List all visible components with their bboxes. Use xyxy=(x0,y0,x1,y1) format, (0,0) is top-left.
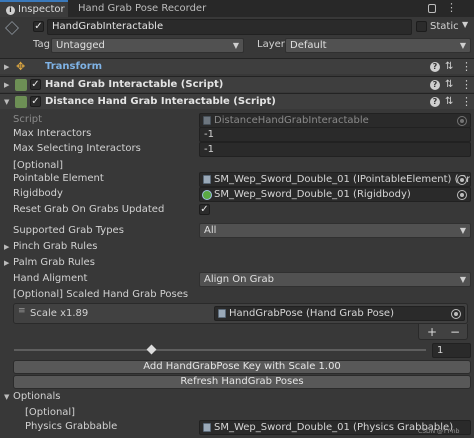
component-enabled-checkbox[interactable]: ✓ xyxy=(30,96,41,107)
layer-label: Layer xyxy=(257,39,285,50)
active-checkbox[interactable]: ✓ xyxy=(33,21,44,32)
hand-alignment-dropdown[interactable]: Align On Grab ▼ xyxy=(199,272,471,287)
scale-item-label: Scale x1.89 xyxy=(30,308,89,319)
presets-icon[interactable]: ⇅ xyxy=(445,94,453,110)
max-selecting-interactors-label: Max Selecting Interactors xyxy=(13,143,141,154)
chevron-down-icon: ▼ xyxy=(459,275,466,284)
add-item-button[interactable]: + xyxy=(427,325,437,339)
rigidbody-field[interactable]: SM_Wep_Sword_Double_01 (Rigidbody) xyxy=(199,187,471,202)
script-label: Script xyxy=(13,114,43,125)
max-interactors-input[interactable]: -1 xyxy=(199,127,471,142)
palm-grab-rules-foldout[interactable]: Palm Grab Rules xyxy=(13,256,95,270)
object-picker-icon[interactable] xyxy=(451,309,461,319)
presets-icon[interactable]: ⇅ xyxy=(445,59,453,75)
optional-header: [Optional] xyxy=(25,407,76,418)
lock-icon[interactable] xyxy=(428,4,436,13)
tab-bar: i Inspector Hand Grab Pose Recorder ⋮ xyxy=(0,0,474,17)
script-icon xyxy=(15,96,27,108)
script-icon xyxy=(15,79,27,91)
refresh-handgrab-poses-button[interactable]: Refresh HandGrab Poses xyxy=(13,375,471,389)
context-menu-icon[interactable]: ⋮ xyxy=(461,59,472,75)
component-title: Hand Grab Interactable (Script) xyxy=(45,79,224,90)
transform-icon: ✥ xyxy=(16,60,26,73)
pointable-element-field[interactable]: SM_Wep_Sword_Double_01 (IPointableElemen… xyxy=(199,172,471,187)
object-name-input[interactable]: HandGrabInteractable xyxy=(47,19,412,35)
list-footer xyxy=(418,324,468,340)
more-menu-icon[interactable]: ⋮ xyxy=(446,1,457,15)
help-icon[interactable]: ? xyxy=(430,97,440,107)
script-asset-icon xyxy=(203,175,211,184)
hand-alignment-label: Hand Aligment xyxy=(13,273,88,284)
object-picker-icon xyxy=(457,116,467,126)
script-asset-icon xyxy=(218,309,226,318)
scaled-hand-grab-poses-label: [Optional] Scaled Hand Grab Poses xyxy=(13,289,189,300)
transform-header[interactable]: ▶ ✥ Transform ? ⇅ ⋮ xyxy=(0,58,474,74)
tab-inspector[interactable]: i Inspector xyxy=(0,0,68,17)
foldout-arrow-icon[interactable]: ▼ xyxy=(4,98,9,106)
static-dropdown-arrow-icon[interactable]: ▼ xyxy=(462,20,468,29)
foldout-arrow-icon[interactable]: ▶ xyxy=(4,81,9,89)
pinch-grab-rules-foldout[interactable]: Pinch Grab Rules xyxy=(13,240,97,254)
max-selecting-interactors-input[interactable]: -1 xyxy=(199,142,471,157)
object-picker-icon[interactable] xyxy=(457,175,467,185)
transform-title: Transform xyxy=(45,61,103,72)
scale-slider-input[interactable]: 1 xyxy=(432,343,471,358)
layer-dropdown[interactable]: Default ▼ xyxy=(285,38,471,53)
script-field: DistanceHandGrabInteractable xyxy=(199,113,471,128)
pointable-element-label: Pointable Element xyxy=(13,173,104,184)
script-asset-icon xyxy=(203,423,211,432)
foldout-arrow-icon[interactable]: ▼ xyxy=(4,393,9,401)
supported-grab-types-label: Supported Grab Types xyxy=(13,225,124,236)
distance-hand-grab-interactable-header[interactable]: ▼ ✓ Distance Hand Grab Interactable (Scr… xyxy=(0,93,474,109)
chevron-down-icon: ▼ xyxy=(232,41,239,50)
tag-label: Tag xyxy=(33,39,50,50)
presets-icon[interactable]: ⇅ xyxy=(445,77,453,93)
static-checkbox[interactable] xyxy=(416,21,427,32)
info-icon: i xyxy=(6,6,15,15)
reset-grab-checkbox[interactable]: ✓ xyxy=(199,204,210,215)
context-menu-icon[interactable]: ⋮ xyxy=(461,77,472,93)
add-handgrabpose-key-button[interactable]: Add HandGrabPose Key with Scale 1.00 xyxy=(13,360,471,374)
object-picker-icon[interactable] xyxy=(457,190,467,200)
static-label: Static xyxy=(430,21,459,32)
script-asset-icon xyxy=(203,116,211,125)
foldout-arrow-icon[interactable]: ▶ xyxy=(4,63,9,71)
chevron-down-icon: ▼ xyxy=(459,41,466,50)
drag-handle-icon[interactable]: ≡ xyxy=(18,306,26,316)
scale-slider-track[interactable] xyxy=(14,349,426,351)
gameobject-icon xyxy=(5,21,19,35)
supported-grab-types-dropdown[interactable]: All ▼ xyxy=(199,223,471,238)
optionals-foldout[interactable]: Optionals xyxy=(13,390,61,404)
rigidbody-label: Rigidbody xyxy=(13,188,63,199)
optional-header: [Optional] xyxy=(13,160,64,171)
foldout-arrow-icon[interactable]: ▶ xyxy=(4,243,9,251)
hand-grab-interactable-header[interactable]: ▶ ✓ Hand Grab Interactable (Script) ? ⇅ … xyxy=(0,76,474,92)
max-interactors-label: Max Interactors xyxy=(13,128,92,139)
foldout-arrow-icon[interactable]: ▶ xyxy=(4,259,9,267)
component-title: Distance Hand Grab Interactable (Script) xyxy=(45,96,276,107)
help-icon[interactable]: ? xyxy=(430,80,440,90)
watermark: CSDN @YY-nb xyxy=(418,428,460,435)
remove-item-button[interactable]: − xyxy=(450,325,460,339)
tab-hand-grab-pose-recorder[interactable]: Hand Grab Pose Recorder xyxy=(72,0,212,17)
physics-grabbable-label: Physics Grabbable xyxy=(25,421,118,432)
component-enabled-checkbox[interactable]: ✓ xyxy=(30,79,41,90)
help-icon[interactable]: ? xyxy=(430,62,440,72)
chevron-down-icon: ▼ xyxy=(459,226,466,235)
tag-dropdown[interactable]: Untagged ▼ xyxy=(51,38,244,53)
reset-grab-label: Reset Grab On Grabs Updated xyxy=(13,204,165,215)
rigidbody-icon xyxy=(202,190,212,200)
scale-item-field[interactable]: HandGrabPose (Hand Grab Pose) xyxy=(214,306,465,321)
context-menu-icon[interactable]: ⋮ xyxy=(461,94,472,110)
scale-slider-thumb[interactable] xyxy=(146,344,157,355)
scaled-poses-list: ≡ Scale x1.89 HandGrabPose (Hand Grab Po… xyxy=(13,303,468,324)
